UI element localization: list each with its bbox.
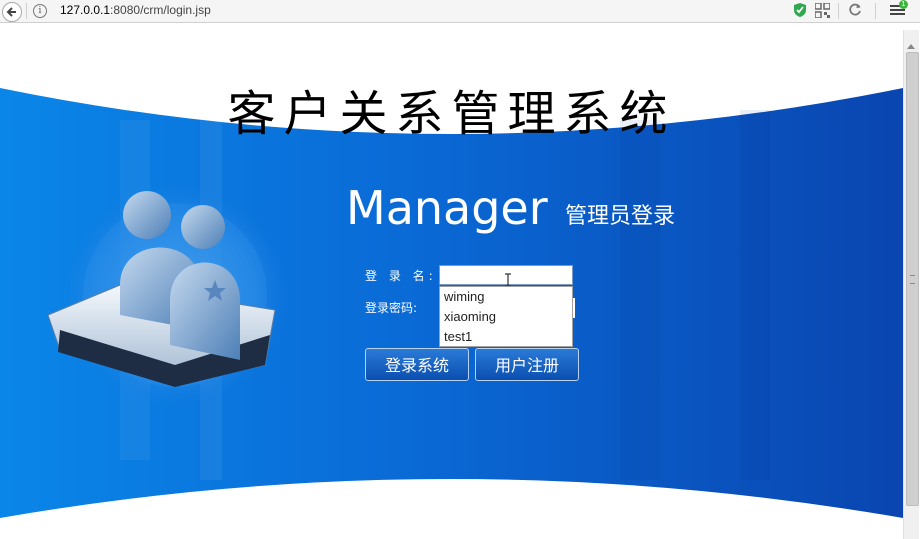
browser-toolbar: i 127.0.0.1:8080/crm/login.jsp 1 — [0, 0, 920, 23]
password-input[interactable] — [573, 298, 575, 318]
login-page: 客户关系管理系统 Manager 管理员登录 登 录 名: 登录密码: wimi… — [0, 30, 903, 539]
autocomplete-dropdown: wiming xiaoming test1 — [439, 286, 573, 347]
address-bar[interactable]: 127.0.0.1:8080/crm/login.jsp — [60, 3, 211, 17]
username-label: 登 录 名: — [365, 269, 437, 283]
vertical-scrollbar[interactable] — [903, 30, 919, 539]
back-button[interactable] — [2, 2, 22, 22]
shield-icon[interactable] — [793, 2, 807, 18]
site-title: 客户关系管理系统 — [227, 86, 676, 142]
autocomplete-option[interactable]: xiaoming — [444, 309, 496, 324]
qr-code-icon[interactable] — [815, 3, 830, 18]
back-arrow-icon — [6, 7, 16, 17]
login-button[interactable]: 登录系统 — [365, 348, 469, 381]
scroll-thumb[interactable] — [906, 52, 919, 506]
manager-heading: Manager — [346, 181, 548, 235]
url-path: :8080/crm/login.jsp — [110, 3, 211, 17]
info-icon[interactable]: i — [33, 4, 47, 18]
text-cursor-icon — [505, 273, 511, 287]
notification-badge: 1 — [899, 0, 908, 9]
refresh-icon[interactable] — [848, 3, 862, 17]
autocomplete-option[interactable]: test1 — [444, 329, 472, 344]
register-button[interactable]: 用户注册 — [475, 348, 579, 381]
scroll-up-arrow-icon[interactable] — [907, 44, 915, 49]
admin-login-subheading: 管理员登录 — [565, 204, 676, 229]
password-label: 登录密码: — [365, 301, 418, 315]
autocomplete-option[interactable]: wiming — [444, 289, 484, 304]
url-host: 127.0.0.1 — [60, 3, 111, 17]
